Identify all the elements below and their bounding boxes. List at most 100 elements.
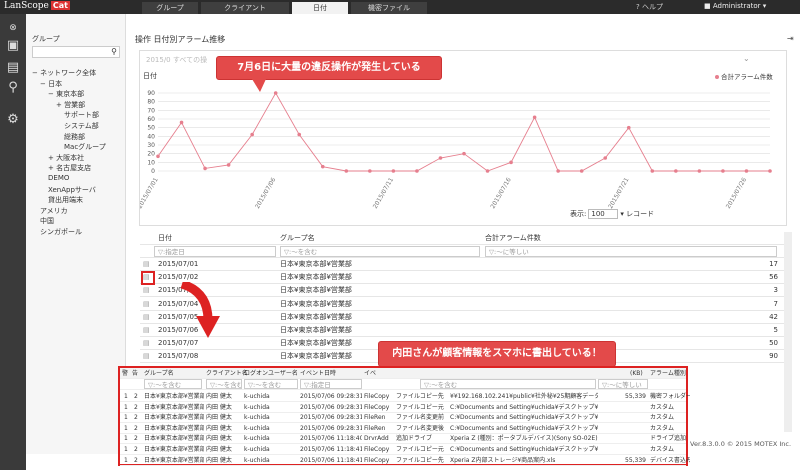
detail-client-filter[interactable]: ▽:～を含む [206,379,242,389]
callout-top: 7月6日に大量の違反操作が発生している [216,56,442,80]
detail-path-filter[interactable]: ▽:～を含む [420,379,596,389]
group-filter[interactable]: ▽:～を含む [280,246,480,257]
detail-row[interactable]: 1 2 日本¥東京本部¥営業部 内田 健太 k-uchida 2015/07/06 09:… [120,412,686,424]
collapse-icon[interactable]: − [32,69,40,77]
row-group: 日本¥東京本部¥営業部 [280,273,352,282]
table-row[interactable]: ▤ 2015/07/03 日本¥東京本部¥営業部 3 [140,284,784,298]
count-filter[interactable]: ▽:～に等しい [485,246,777,257]
report-icon[interactable]: ▤ [5,60,21,76]
date-filter[interactable]: ▽:指定日 [154,246,276,257]
tree-node[interactable]: 中国 [40,216,54,226]
tree-node[interactable]: − ネットワーク全体 [32,68,96,78]
detail-date-filter[interactable]: ▽:指定日 [300,379,362,389]
export-icon[interactable]: ⇥ [787,34,794,43]
tree-node-label: 東京本部 [56,90,85,99]
tree-node-label: DEMO [48,174,70,182]
data-point [603,156,608,160]
tab-confidential-file[interactable]: 機密ファイル [351,2,427,14]
tree-node[interactable]: + 営業部 [56,100,85,110]
tree-node[interactable]: 総務部 [64,132,85,142]
row-detail-icon[interactable]: ▤ [143,337,150,350]
detail-cell: DrvrAdd [364,435,389,443]
expand-icon[interactable]: + [48,154,56,162]
detail-cell: 日本¥東京本部¥営業部 [144,403,204,411]
table-header: 日付 グループ名 合計アラーム件数 [140,232,784,245]
detail-cell: k-uchida [244,456,270,464]
data-point [721,169,725,173]
tree-node[interactable]: XenAppサーバ [48,185,96,195]
row-group: 日本¥東京本部¥営業部 [280,286,352,295]
detail-user-filter[interactable]: ▽:～を含む [244,379,298,389]
tree-title: グループ [32,35,60,43]
help-link[interactable]: ? ヘルプ [636,2,663,12]
row-detail-icon[interactable]: ▤ [143,324,150,337]
detail-size-filter[interactable]: ▽:～に等しい [598,379,648,389]
row-detail-icon[interactable]: ▤ [143,258,150,271]
y-tick-label: 70 [147,107,155,114]
detail-row[interactable]: 1 2 日本¥東京本部¥営業部 内田 健太 k-uchida 2015/07/06 11:… [120,455,690,466]
tree-node[interactable]: シンガポール [40,227,82,237]
collapse-icon[interactable]: − [40,80,48,88]
tree-node[interactable]: アメリカ [40,206,68,216]
detail-row[interactable]: 1 2 日本¥東京本部¥営業部 内田 健太 k-uchida 2015/07/06 09:… [120,423,686,434]
row-detail-icon[interactable]: ▤ [143,350,150,363]
expand-icon[interactable]: + [56,101,64,109]
tree-node[interactable]: + 名古屋支店 [48,163,91,173]
collapse-icon[interactable]: ⊗ [5,20,21,36]
tree-node[interactable]: − 日本 [40,79,62,89]
series-line [157,92,770,172]
data-point [485,169,490,173]
table-scrollbar[interactable] [784,232,792,432]
tree-node[interactable]: Macグループ [64,142,106,152]
row-detail-icon[interactable]: ▤ [143,284,150,297]
row-detail-icon[interactable]: ▤ [143,311,150,324]
tree-node[interactable]: + 大阪本社 [48,153,84,163]
x-tick-label: 2015/07/16 [489,176,512,210]
tree-node[interactable]: DEMO [48,174,69,182]
detail-row[interactable]: 1 2 日本¥東京本部¥営業部 内田 健太 k-uchida 2015/07/06 09:… [120,391,690,402]
detail-cell: ドライブ追加 [650,435,687,443]
tab-client[interactable]: クライアント [201,2,289,14]
search-icon[interactable]: ⚲ [5,80,21,96]
tree-node[interactable]: 貸出用端末 [48,195,83,205]
table-row[interactable]: ▤ 2015/07/01 日本¥東京本部¥営業部 17 [140,258,784,271]
tree-node-label: 名古屋支店 [56,164,92,173]
detail-cell: ファイルコピー元 [396,446,444,453]
user-menu[interactable]: ■ Administrator ▾ [704,2,766,10]
tab-group[interactable]: グループ [142,2,198,14]
app-logo: LanScope Cat [4,1,70,11]
detail-cell: 2 [134,414,138,422]
calendar-icon[interactable]: ▣ [5,38,21,54]
detail-row[interactable]: 1 2 日本¥東京本部¥営業部 内田 健太 k-uchida 2015/07/06 11:… [120,444,686,455]
data-point [250,132,254,137]
tree-node[interactable]: システム部 [64,121,99,131]
detail-cell: 2015/07/06 11:18:41 [300,456,362,464]
chevron-down-icon[interactable]: ⌄ [743,54,750,63]
tab-date[interactable]: 日付 [292,2,348,14]
data-point [297,132,302,137]
detail-cell: Xperia Z内部ストレージ¥商品案内.xls [450,456,556,464]
detail-row[interactable]: 1 2 日本¥東京本部¥営業部 内田 健太 k-uchida 2015/07/06 09:… [120,402,686,413]
page-size-select[interactable]: 100 [588,209,619,219]
settings-icon[interactable]: ⚙ [5,112,21,128]
detail-cell: 2 [134,456,138,464]
detail-group-filter[interactable]: ▽:～を含む [144,379,202,389]
detail-cell: カスタム [650,403,675,411]
table-row[interactable]: ▤ 2015/07/06 日本¥東京本部¥営業部 5 [140,324,784,337]
table-row[interactable]: ▤ 2015/07/05 日本¥東京本部¥営業部 42 [140,311,784,324]
tree-node[interactable]: サポート部 [64,110,99,120]
detail-row[interactable]: 1 2 日本¥東京本部¥営業部 内田 健太 k-uchida 2015/07/06 11:… [120,433,686,445]
collapse-icon[interactable]: − [48,90,56,98]
tree-search-input[interactable]: ⚲ [32,46,120,58]
detail-cell: 1 [124,403,128,411]
detail-cell: 2 [134,403,138,411]
row-detail-icon[interactable]: ▤ [143,298,150,311]
data-point [650,169,655,173]
detail-cell: FileCopy [364,446,390,453]
row-group: 日本¥東京本部¥営業部 [280,260,352,268]
table-row[interactable]: ▤ 2015/07/04 日本¥東京本部¥営業部 7 [140,298,784,311]
table-row[interactable]: ▤ 2015/07/02 日本¥東京本部¥営業部 56 [140,271,784,285]
detail-cell: FileRen [364,414,386,422]
tree-node[interactable]: − 東京本部 [48,89,84,99]
expand-icon[interactable]: + [48,164,56,172]
